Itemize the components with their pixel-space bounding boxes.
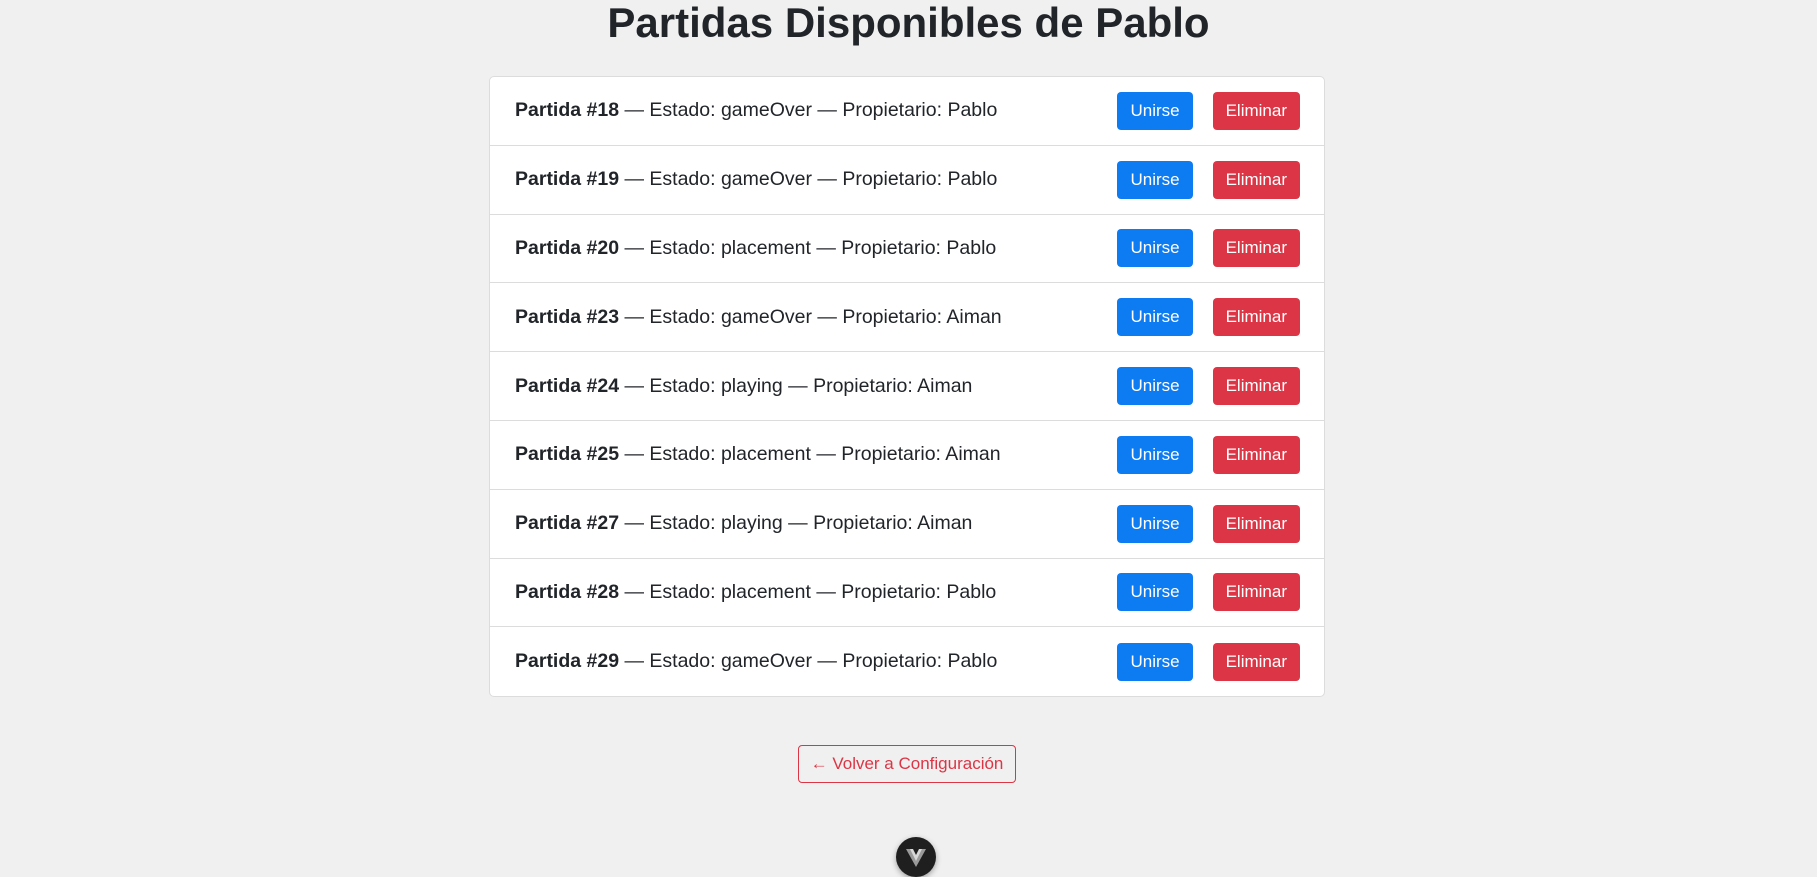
join-button[interactable]: Unirse bbox=[1117, 435, 1193, 474]
game-row: Partida #20 — Estado: placement — Propie… bbox=[490, 215, 1324, 284]
join-button[interactable]: Unirse bbox=[1117, 367, 1193, 406]
game-details: — Estado: gameOver — Propietario: Pablo bbox=[619, 650, 998, 673]
delete-button[interactable]: Eliminar bbox=[1212, 367, 1300, 406]
delete-button[interactable]: Eliminar bbox=[1212, 435, 1300, 474]
game-row: Partida #28 — Estado: placement — Propie… bbox=[490, 559, 1324, 628]
delete-button[interactable]: Eliminar bbox=[1212, 91, 1300, 130]
game-row: Partida #27 — Estado: playing — Propieta… bbox=[490, 490, 1324, 559]
game-id: Partida #27 bbox=[515, 512, 620, 535]
game-row: Partida #24 — Estado: playing — Propieta… bbox=[490, 352, 1324, 421]
game-id: Partida #24 bbox=[515, 374, 620, 397]
game-details: — Estado: placement — Propietario: Aiman bbox=[619, 443, 1001, 466]
game-list: Partida #18 — Estado: gameOver — Propiet… bbox=[489, 76, 1325, 698]
game-description: Partida #27 — Estado: playing — Propieta… bbox=[515, 512, 1097, 535]
delete-button[interactable]: Eliminar bbox=[1212, 229, 1300, 268]
game-description: Partida #25 — Estado: placement — Propie… bbox=[515, 443, 1097, 466]
game-description: Partida #23 — Estado: gameOver — Propiet… bbox=[515, 306, 1097, 329]
game-id: Partida #25 bbox=[515, 443, 620, 466]
game-row: Partida #18 — Estado: gameOver — Propiet… bbox=[490, 77, 1324, 146]
page-title: Partidas Disponibles de Pablo bbox=[607, 0, 1210, 46]
join-button[interactable]: Unirse bbox=[1117, 160, 1193, 199]
vue-logo-icon bbox=[906, 849, 926, 867]
game-row: Partida #23 — Estado: gameOver — Propiet… bbox=[490, 283, 1324, 353]
game-id: Partida #29 bbox=[515, 650, 620, 673]
game-details: — Estado: gameOver — Propietario: Pablo bbox=[619, 99, 998, 122]
back-to-settings-button[interactable]: ← Volver a Configuración bbox=[798, 745, 1016, 783]
delete-button[interactable]: Eliminar bbox=[1212, 504, 1300, 543]
devtools-toggle-button[interactable] bbox=[896, 837, 936, 877]
game-description: Partida #19 — Estado: gameOver — Propiet… bbox=[515, 168, 1097, 191]
game-details: — Estado: placement — Propietario: Pablo bbox=[619, 236, 997, 259]
game-id: Partida #28 bbox=[515, 580, 620, 603]
join-button[interactable]: Unirse bbox=[1117, 642, 1193, 681]
game-description: Partida #28 — Estado: placement — Propie… bbox=[515, 581, 1097, 604]
game-description: Partida #29 — Estado: gameOver — Propiet… bbox=[515, 650, 1097, 673]
game-details: — Estado: playing — Propietario: Aiman bbox=[619, 512, 973, 535]
game-row: Partida #19 — Estado: gameOver — Propiet… bbox=[490, 146, 1324, 215]
delete-button[interactable]: Eliminar bbox=[1212, 160, 1300, 199]
join-button[interactable]: Unirse bbox=[1117, 298, 1193, 337]
game-description: Partida #24 — Estado: playing — Propieta… bbox=[515, 375, 1097, 398]
delete-button[interactable]: Eliminar bbox=[1212, 298, 1300, 337]
game-description: Partida #18 — Estado: gameOver — Propiet… bbox=[515, 99, 1097, 122]
game-id: Partida #20 bbox=[515, 236, 620, 259]
join-button[interactable]: Unirse bbox=[1117, 91, 1193, 130]
game-id: Partida #18 bbox=[515, 99, 620, 122]
game-details: — Estado: placement — Propietario: Pablo bbox=[619, 580, 997, 603]
game-row: Partida #29 — Estado: gameOver — Propiet… bbox=[490, 627, 1324, 696]
join-button[interactable]: Unirse bbox=[1117, 573, 1193, 612]
delete-button[interactable]: Eliminar bbox=[1212, 573, 1300, 612]
game-row: Partida #25 — Estado: placement — Propie… bbox=[490, 421, 1324, 490]
game-details: — Estado: playing — Propietario: Aiman bbox=[619, 374, 973, 397]
game-description: Partida #20 — Estado: placement — Propie… bbox=[515, 237, 1097, 260]
join-button[interactable]: Unirse bbox=[1117, 504, 1193, 543]
join-button[interactable]: Unirse bbox=[1117, 229, 1193, 268]
delete-button[interactable]: Eliminar bbox=[1212, 642, 1300, 681]
game-details: — Estado: gameOver — Propietario: Aiman bbox=[619, 305, 1002, 328]
game-id: Partida #23 bbox=[515, 305, 620, 328]
game-id: Partida #19 bbox=[515, 168, 620, 191]
game-details: — Estado: gameOver — Propietario: Pablo bbox=[619, 168, 998, 191]
